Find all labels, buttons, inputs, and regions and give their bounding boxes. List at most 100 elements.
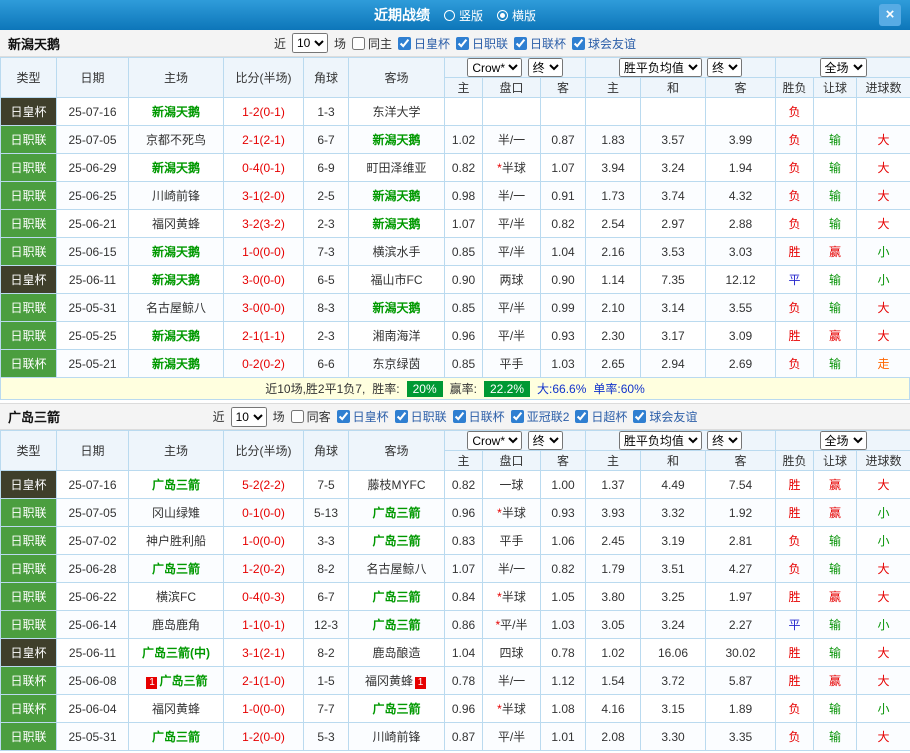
result-wdl: 负 [775,293,815,322]
match-row: 日联杯 25-06-08 1 广岛三箭 2-1(1-0) 1-5 福冈黄蜂 1 0.78 半/一 1… [0,666,910,695]
scope-select[interactable]: 全场 [819,58,867,77]
radio-icon-horizontal[interactable] [497,9,508,21]
match-score: 0-4(0-1) [223,153,304,182]
eu-draw-odds: 4.49 [640,470,706,499]
ah-home-odds: 0.98 [444,181,483,210]
unit-label: 场 [272,410,285,424]
league-filter-checkbox[interactable] [514,36,528,50]
match-row: 日职联 25-05-25 新潟天鹅 2-1(1-1) 2-3 湘南海洋 0.96 平/半 0.9… [0,321,910,350]
same-venue-checkbox[interactable] [351,36,365,50]
same-venue-filter[interactable]: 同客 [290,408,331,425]
league-filter[interactable]: 亚冠联2 [510,408,569,425]
league-filter-checkbox[interactable] [575,410,589,423]
ah-away-odds: 0.78 [540,638,586,667]
eu-away-odds [704,97,777,126]
league-filter[interactable]: 日超杯 [575,408,627,425]
match-row: 日皇杯 25-06-11 新潟天鹅 3-0(0-0) 6-5 福山市FC 0.90 两球 0.9… [0,265,910,294]
result-handicap: 赢 [813,321,858,350]
summary-record: 近10场,胜2平1负7, [265,382,366,396]
close-button[interactable]: × [879,4,901,26]
league-filter[interactable]: 日皇杯 [336,408,389,425]
eu-away-odds: 2.88 [704,209,777,238]
league-filter[interactable]: 日联杯 [452,408,505,425]
same-venue-checkbox[interactable] [290,410,304,423]
scope-select[interactable]: 全场 [819,431,867,450]
league-badge: 日职联 [0,237,57,266]
radio-icon-vertical[interactable] [443,9,455,21]
col-type: 类型 [0,57,57,98]
league-filter[interactable]: 日职联 [394,408,447,425]
odds-stage-select[interactable]: 终 [707,431,743,450]
eu-home-odds: 2.65 [585,349,641,378]
home-team: 新潟天鹅 [128,321,224,350]
result-wdl: 胜 [775,321,815,350]
odds-type-select[interactable]: 胜平负均值 [618,58,702,77]
match-date: 25-07-05 [56,125,129,154]
result-goals: 大 [856,554,910,583]
league-filter-checkbox[interactable] [456,36,469,50]
summary-odd-rate: 单率:60% [593,382,645,396]
eu-draw-odds: 3.57 [640,125,706,154]
league-badge: 日职联 [0,610,57,639]
col-eu-draw: 和 [640,77,706,98]
bookmaker-stage-select[interactable]: 终 [527,58,563,77]
league-filter[interactable]: 日职联 [456,35,508,52]
ah-away-odds: 1.05 [540,582,586,611]
layout-option-horizontal[interactable]: 横版 [497,7,536,24]
same-venue-filter[interactable]: 同主 [351,35,392,52]
eu-away-odds: 30.02 [704,638,777,667]
ah-away-odds: 0.82 [540,554,586,583]
opponent-team-name: 福冈黄蜂 [151,702,200,716]
odds-type-select[interactable]: 胜平负均值 [618,431,702,450]
subject-team-name: 广岛三箭 [372,702,421,716]
corner-score: 5-13 [303,498,349,527]
eu-draw-odds: 3.25 [640,582,706,611]
bookmaker-select[interactable]: Crow* [467,431,523,450]
layout-option-vertical[interactable]: 竖版 [443,7,483,24]
col-ah-home: 主 [444,77,483,98]
match-row: 日职联 25-06-28 广岛三箭 1-2(0-2) 8-2 名古屋鲸八 1.07 半/一 0.… [0,554,910,583]
league-filter-checkbox[interactable] [510,410,524,423]
eu-draw-odds: 3.72 [640,666,706,695]
home-team: 川崎前锋 [128,181,224,210]
opponent-team-name: 京都不死鸟 [145,133,206,147]
ah-home-odds: 0.96 [444,321,483,350]
eu-away-odds: 3.99 [704,125,777,154]
home-team: 名古屋鲸八 [128,293,224,322]
col-away: 客场 [348,57,445,98]
league-filter-checkbox[interactable] [336,410,350,423]
result-goals: 小 [856,694,910,723]
result-wdl: 负 [775,694,815,723]
league-filter-checkbox[interactable] [397,36,411,50]
eu-draw-odds: 2.97 [640,209,706,238]
league-filter-checkbox[interactable] [394,410,408,423]
ah-away-odds: 0.93 [540,321,586,350]
opponent-team-name: 东洋大学 [372,105,421,119]
eu-home-odds: 2.30 [585,321,641,350]
summary-cover-rate-badge: 22.2% [484,380,531,397]
league-filter-checkbox[interactable] [572,36,586,50]
recent-count-select[interactable]: 10 [230,406,267,427]
opponent-team-name: 福冈黄蜂 [151,217,200,231]
unit-label: 场 [333,36,346,51]
eu-away-odds: 1.97 [704,582,777,611]
eu-away-odds: 12.12 [704,265,777,294]
league-filter-checkbox[interactable] [633,410,647,423]
league-filter[interactable]: 日皇杯 [397,35,450,52]
league-filter-checkbox[interactable] [452,410,466,423]
ah-line: 平/半 [482,321,541,350]
ah-away-odds: 0.93 [540,498,586,527]
bookmaker-stage-select[interactable]: 终 [527,431,563,450]
bookmaker-select[interactable]: Crow* [467,58,523,77]
home-team: 广岛三箭 [128,722,224,751]
league-filter[interactable]: 球会友谊 [633,408,697,425]
league-filter[interactable]: 球会友谊 [572,35,636,52]
odds-stage-select[interactable]: 终 [707,58,743,77]
recent-count-select[interactable]: 10 [291,33,328,53]
match-date: 25-07-02 [56,526,129,555]
league-badge: 日职联 [0,722,57,751]
league-filter[interactable]: 日联杯 [514,35,566,52]
result-goals: 大 [856,470,910,499]
home-team: 新潟天鹅 [128,97,224,126]
match-score: 2-1(1-0) [223,666,304,695]
